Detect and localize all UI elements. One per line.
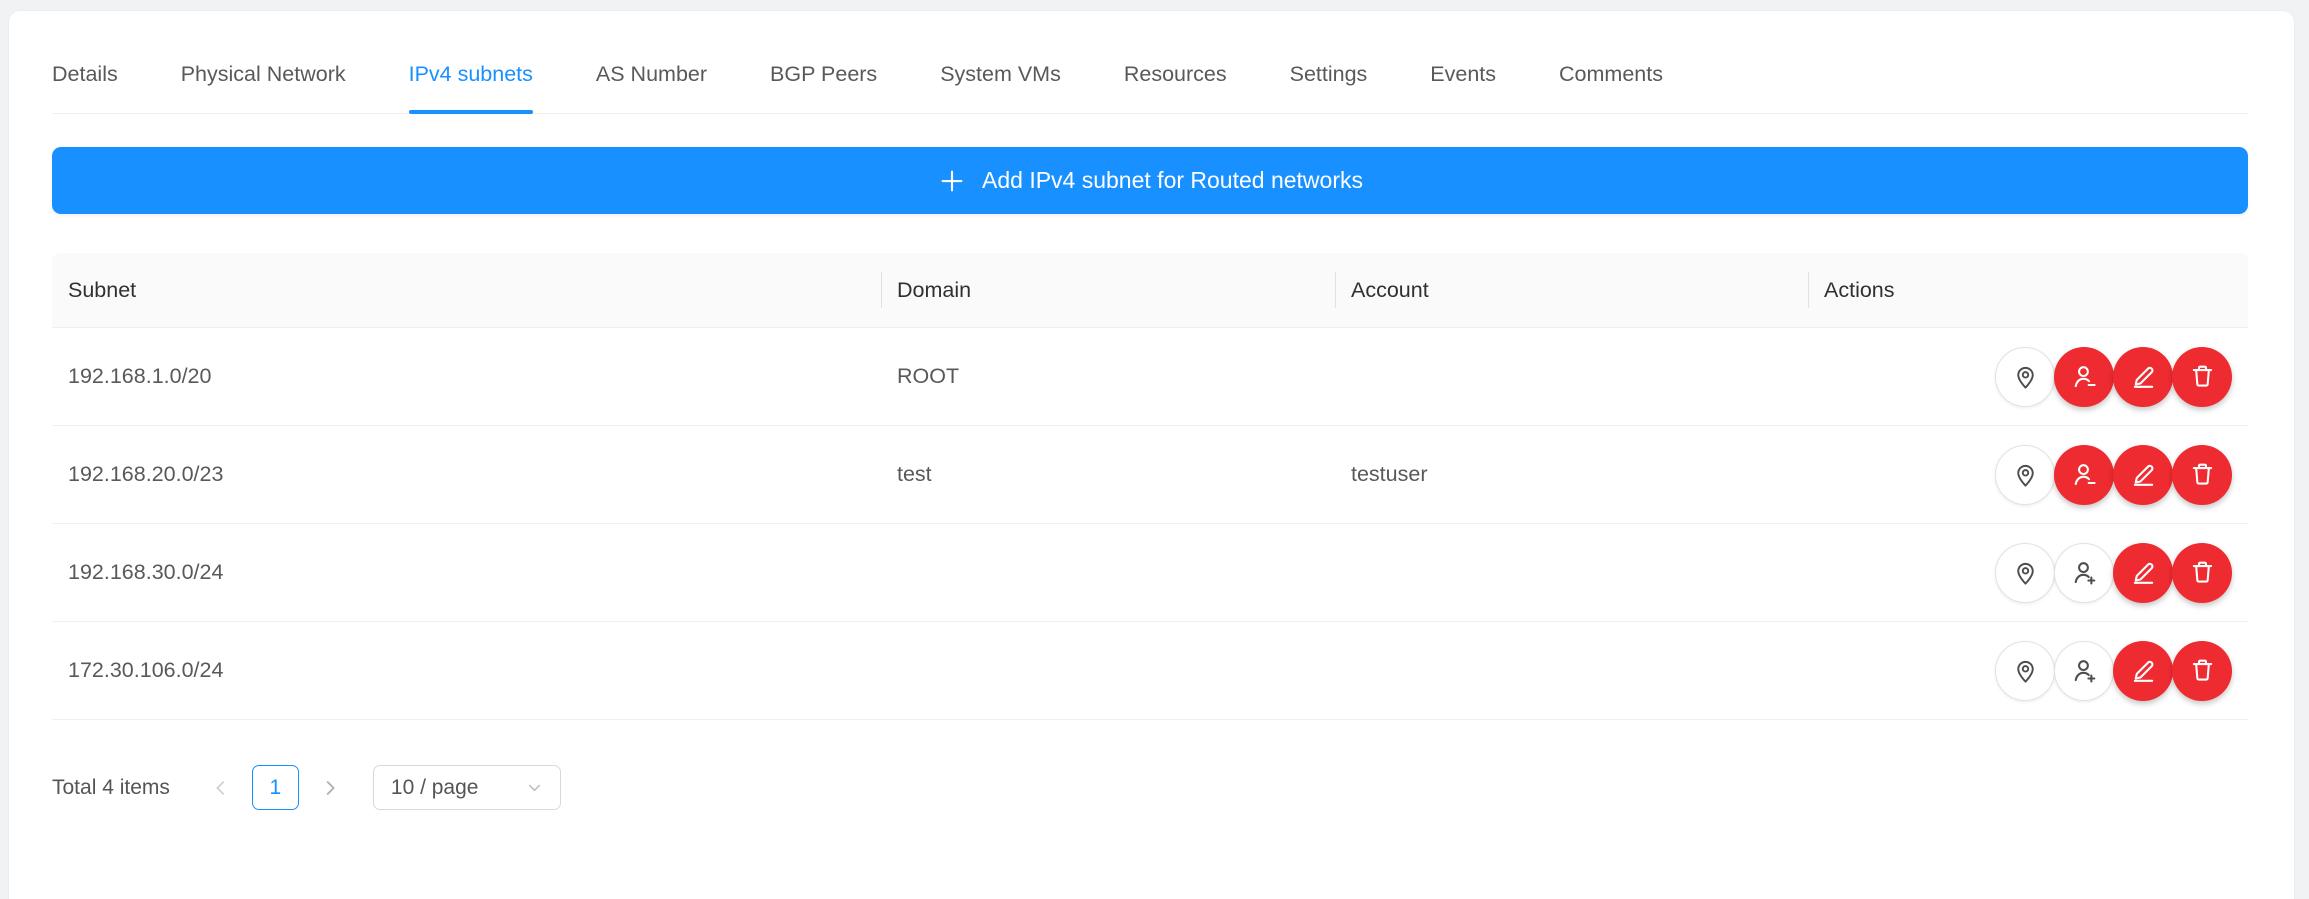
trash-icon — [2187, 459, 2218, 490]
tab-label: AS Number — [596, 62, 707, 87]
tab-label: Settings — [1290, 62, 1368, 87]
edit-subnet-button[interactable] — [2113, 445, 2173, 505]
edit-icon — [2128, 655, 2159, 686]
tab-label: Resources — [1124, 62, 1227, 87]
tab-label: Physical Network — [181, 62, 346, 87]
delete-subnet-button[interactable] — [2172, 543, 2232, 603]
chevron-right-icon — [319, 777, 341, 799]
table-row: 192.168.1.0/20ROOT — [52, 328, 2248, 426]
tab-label: System VMs — [940, 62, 1061, 87]
tab-physical-network[interactable]: Physical Network — [181, 35, 346, 114]
dedicate-account-button[interactable] — [2054, 641, 2114, 701]
subnet-cell: 192.168.20.0/23 — [52, 462, 881, 487]
tab-events[interactable]: Events — [1430, 35, 1496, 114]
tab-bgp-peers[interactable]: BGP Peers — [770, 35, 877, 114]
domain-cell: test — [881, 462, 1335, 487]
tab-as-number[interactable]: AS Number — [596, 35, 707, 114]
column-header-actions: Actions — [1808, 253, 2248, 327]
subnet-cell: 172.30.106.0/24 — [52, 658, 881, 683]
edit-subnet-button[interactable] — [2113, 641, 2173, 701]
chevron-down-icon — [525, 778, 544, 797]
edit-subnet-button[interactable] — [2113, 347, 2173, 407]
location-pin-button[interactable] — [1995, 543, 2055, 603]
actions-cell — [1808, 641, 2248, 701]
release-dedicated-account-button[interactable] — [2054, 445, 2114, 505]
tab-label: Events — [1430, 62, 1496, 87]
chevron-left-icon — [210, 777, 232, 799]
delete-subnet-button[interactable] — [2172, 347, 2232, 407]
ipv4-subnets-table: Subnet Domain Account Actions 192.168.1.… — [52, 253, 2248, 720]
actions-cell — [1808, 347, 2248, 407]
location-pin-icon — [2010, 655, 2041, 686]
location-pin-icon — [2010, 557, 2041, 588]
user-plus-icon — [2069, 557, 2100, 588]
user-minus-icon — [2069, 361, 2100, 392]
location-pin-button[interactable] — [1995, 641, 2055, 701]
trash-icon — [2187, 655, 2218, 686]
column-header-subnet: Subnet — [52, 253, 881, 327]
release-dedicated-account-button[interactable] — [2054, 347, 2114, 407]
tab-label: Details — [52, 62, 118, 87]
table-row: 192.168.30.0/24 — [52, 524, 2248, 622]
account-cell: testuser — [1335, 462, 1808, 487]
next-page-button[interactable] — [315, 765, 345, 810]
location-pin-button[interactable] — [1995, 445, 2055, 505]
tab-details[interactable]: Details — [52, 35, 118, 114]
tab-label: Comments — [1559, 62, 1663, 87]
pagination-total-label: Total 4 items — [52, 776, 170, 800]
table-body: 192.168.1.0/20ROOT192.168.20.0/23testtes… — [52, 328, 2248, 720]
delete-subnet-button[interactable] — [2172, 641, 2232, 701]
trash-icon — [2187, 557, 2218, 588]
page-size-select[interactable]: 10 / page — [373, 765, 561, 810]
domain-cell: ROOT — [881, 364, 1335, 389]
tab-comments[interactable]: Comments — [1559, 35, 1663, 114]
tab-ipv4-subnets[interactable]: IPv4 subnets — [409, 35, 533, 114]
edit-icon — [2128, 557, 2159, 588]
location-pin-icon — [2010, 459, 2041, 490]
page-size-select-value: 10 / page — [391, 776, 479, 800]
tab-settings[interactable]: Settings — [1290, 35, 1368, 114]
table-row: 172.30.106.0/24 — [52, 622, 2248, 720]
plus-icon — [937, 166, 967, 196]
table-header: Subnet Domain Account Actions — [52, 253, 2248, 328]
edit-icon — [2128, 459, 2159, 490]
tab-label: IPv4 subnets — [409, 62, 533, 87]
tab-label: BGP Peers — [770, 62, 877, 87]
trash-icon — [2187, 361, 2218, 392]
user-plus-icon — [2069, 655, 2100, 686]
active-tab-indicator — [409, 110, 533, 114]
tab-bar: Details Physical Network IPv4 subnets AS Nu… — [52, 11, 2248, 114]
actions-cell — [1808, 445, 2248, 505]
location-pin-button[interactable] — [1995, 347, 2055, 407]
tab-system-vms[interactable]: System VMs — [940, 35, 1061, 114]
pagination: Total 4 items 1 10 / page — [52, 765, 2248, 810]
subnet-cell: 192.168.30.0/24 — [52, 560, 881, 585]
edit-subnet-button[interactable] — [2113, 543, 2173, 603]
location-pin-icon — [2010, 361, 2041, 392]
page-1-button[interactable]: 1 — [252, 765, 299, 810]
subnet-cell: 192.168.1.0/20 — [52, 364, 881, 389]
column-header-account: Account — [1335, 253, 1808, 327]
delete-subnet-button[interactable] — [2172, 445, 2232, 505]
user-minus-icon — [2069, 459, 2100, 490]
edit-icon — [2128, 361, 2159, 392]
actions-cell — [1808, 543, 2248, 603]
add-ipv4-subnet-button[interactable]: Add IPv4 subnet for Routed networks — [52, 147, 2248, 214]
previous-page-button[interactable] — [206, 765, 236, 810]
detail-panel: Details Physical Network IPv4 subnets AS Nu… — [8, 10, 2295, 899]
table-row: 192.168.20.0/23testtestuser — [52, 426, 2248, 524]
tab-resources[interactable]: Resources — [1124, 35, 1227, 114]
column-header-domain: Domain — [881, 253, 1335, 327]
dedicate-account-button[interactable] — [2054, 543, 2114, 603]
add-ipv4-subnet-button-label: Add IPv4 subnet for Routed networks — [982, 167, 1363, 194]
